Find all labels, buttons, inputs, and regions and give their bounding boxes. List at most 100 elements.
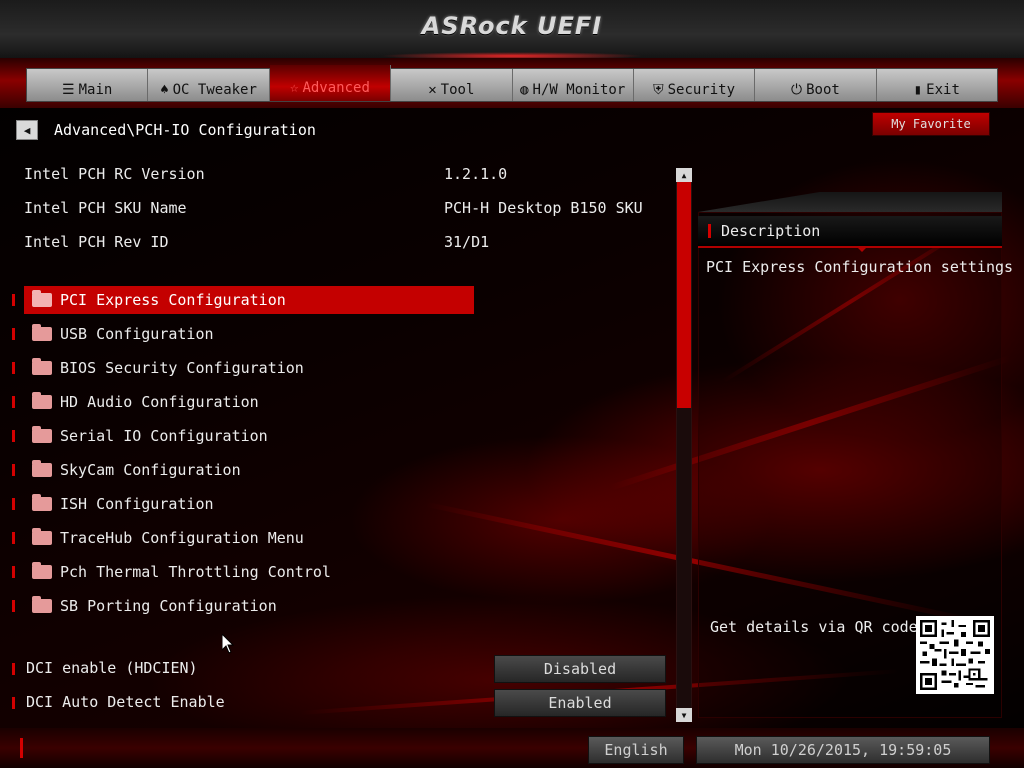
info-label-rc-version: Intel PCH RC Version	[24, 165, 205, 183]
tab-oc-tweaker[interactable]: ♠ OC Tweaker	[148, 69, 270, 101]
tab-label: Security	[667, 82, 736, 98]
shield-icon: ⛨	[653, 82, 664, 98]
description-marker	[708, 224, 711, 238]
datetime-display: Mon 10/26/2015, 19:59:05	[696, 736, 990, 764]
arrow-down-icon: ▼	[681, 710, 687, 720]
menu-item-label: Pch Thermal Throttling Control	[60, 563, 331, 581]
folder-icon	[32, 528, 52, 545]
folder-icon	[32, 290, 52, 307]
menu-item-usb-configuration[interactable]: USB Configuration	[24, 320, 474, 348]
folder-icon	[32, 392, 52, 409]
menu-item-ish-configuration[interactable]: ISH Configuration	[24, 490, 474, 518]
list-icon: ☰	[62, 82, 75, 98]
monitor-icon: ◍	[520, 82, 529, 98]
description-pointer	[856, 246, 868, 252]
option-label-dci-auto-detect: DCI Auto Detect Enable	[26, 693, 225, 711]
folder-icon	[32, 460, 52, 477]
menu-item-pch-thermal-throttling-control[interactable]: Pch Thermal Throttling Control	[24, 558, 474, 586]
menu-item-label: TraceHub Configuration Menu	[60, 529, 304, 547]
menu-item-label: SB Porting Configuration	[60, 597, 277, 615]
menu-item-label: SkyCam Configuration	[60, 461, 241, 479]
folder-icon	[32, 358, 52, 375]
dci-enable-value-button[interactable]: Disabled	[494, 655, 666, 683]
item-marker	[12, 328, 15, 340]
menu-item-bios-security-configuration[interactable]: BIOS Security Configuration	[24, 354, 474, 382]
menu-item-label: ISH Configuration	[60, 495, 214, 513]
menu-tabs: ☰ Main ♠ OC Tweaker ☆ Advanced ✕ Tool ◍ H/W Monit…	[26, 65, 998, 102]
item-marker	[12, 294, 15, 306]
item-marker	[12, 396, 15, 408]
tab-tool[interactable]: ✕ Tool	[391, 69, 513, 101]
asrock-uefi-logo: ASRock UEFI	[421, 12, 603, 40]
tab-boot[interactable]: ⏻ Boot	[755, 69, 877, 101]
door-icon: ▮	[913, 82, 923, 98]
power-icon: ⏻	[791, 82, 803, 98]
qr-code-image	[916, 616, 994, 694]
menu-item-sb-porting-configuration[interactable]: SB Porting Configuration	[24, 592, 474, 620]
rocket-icon: ♠	[160, 82, 169, 98]
back-arrow-icon: ◀	[23, 123, 31, 137]
item-marker	[12, 430, 15, 442]
item-marker	[12, 600, 15, 612]
tab-security[interactable]: ⛨ Security	[634, 69, 756, 101]
star-icon: ☆	[290, 80, 299, 96]
menu-item-skycam-configuration[interactable]: SkyCam Configuration	[24, 456, 474, 484]
breadcrumb-path: Advanced\PCH-IO Configuration	[54, 121, 316, 139]
menu-item-label: USB Configuration	[60, 325, 214, 343]
item-marker	[12, 532, 15, 544]
scroll-up-button[interactable]: ▲	[676, 168, 692, 182]
menu-item-hd-audio-configuration[interactable]: HD Audio Configuration	[24, 388, 474, 416]
item-marker	[12, 498, 15, 510]
folder-icon	[32, 426, 52, 443]
my-favorite-button[interactable]: My Favorite	[872, 112, 990, 136]
menu-item-serial-io-configuration[interactable]: Serial IO Configuration	[24, 422, 474, 450]
description-title: Description	[721, 222, 821, 240]
tab-label: Main	[78, 82, 113, 98]
qr-code-graphic	[920, 620, 990, 690]
tab-label: Advanced	[302, 80, 370, 96]
option-label-dci-enable: DCI enable (HDCIEN)	[26, 659, 198, 677]
menu-item-label: BIOS Security Configuration	[60, 359, 304, 377]
menu-item-label: HD Audio Configuration	[60, 393, 259, 411]
scrollbar-thumb[interactable]	[677, 182, 691, 408]
tab-label: Tool	[440, 82, 475, 98]
tab-label: OC Tweaker	[172, 82, 257, 98]
folder-icon	[32, 596, 52, 613]
info-label-rev-id: Intel PCH Rev ID	[24, 233, 169, 251]
tab-label: Exit	[926, 82, 960, 98]
info-value-sku-name: PCH-H Desktop B150 SKU	[444, 199, 643, 217]
main-menu-bar: ☰ Main ♠ OC Tweaker ☆ Advanced ✕ Tool ◍ H/W Monit…	[0, 58, 1024, 108]
mouse-cursor-icon	[222, 634, 234, 654]
option-marker	[12, 663, 15, 675]
language-button[interactable]: English	[588, 736, 684, 764]
dci-auto-detect-value-button[interactable]: Enabled	[494, 689, 666, 717]
status-marker	[20, 738, 23, 758]
back-button[interactable]: ◀	[16, 120, 38, 140]
tool-icon: ✕	[428, 82, 437, 98]
folder-icon	[32, 494, 52, 511]
description-header: Description	[698, 216, 1002, 248]
menu-item-tracehub-configuration-menu[interactable]: TraceHub Configuration Menu	[24, 524, 474, 552]
menu-item-label: Serial IO Configuration	[60, 427, 268, 445]
menu-item-pci-express-configuration[interactable]: PCI Express Configuration	[24, 286, 474, 314]
folder-icon	[32, 562, 52, 579]
breadcrumb: ◀ Advanced\PCH-IO Configuration	[16, 120, 316, 140]
item-marker	[12, 362, 15, 374]
info-label-sku-name: Intel PCH SKU Name	[24, 199, 187, 217]
info-value-rc-version: 1.2.1.0	[444, 165, 508, 183]
scroll-down-button[interactable]: ▼	[676, 708, 692, 722]
arrow-up-icon: ▲	[681, 170, 687, 180]
top-header: ASRock UEFI	[0, 0, 1024, 60]
menu-item-label: PCI Express Configuration	[60, 291, 286, 309]
tab-exit[interactable]: ▮ Exit	[877, 69, 997, 101]
tab-advanced[interactable]: ☆ Advanced	[269, 65, 392, 101]
option-marker	[12, 697, 15, 709]
description-text: PCI Express Configuration settings	[706, 258, 1014, 276]
item-marker	[12, 464, 15, 476]
tab-label: Boot	[806, 82, 840, 98]
qr-label: Get details via QR code	[710, 618, 918, 636]
tab-label: H/W Monitor	[532, 82, 626, 98]
tab-main[interactable]: ☰ Main	[27, 69, 149, 101]
tab-h-w-monitor[interactable]: ◍ H/W Monitor	[513, 69, 634, 101]
info-value-rev-id: 31/D1	[444, 233, 490, 251]
